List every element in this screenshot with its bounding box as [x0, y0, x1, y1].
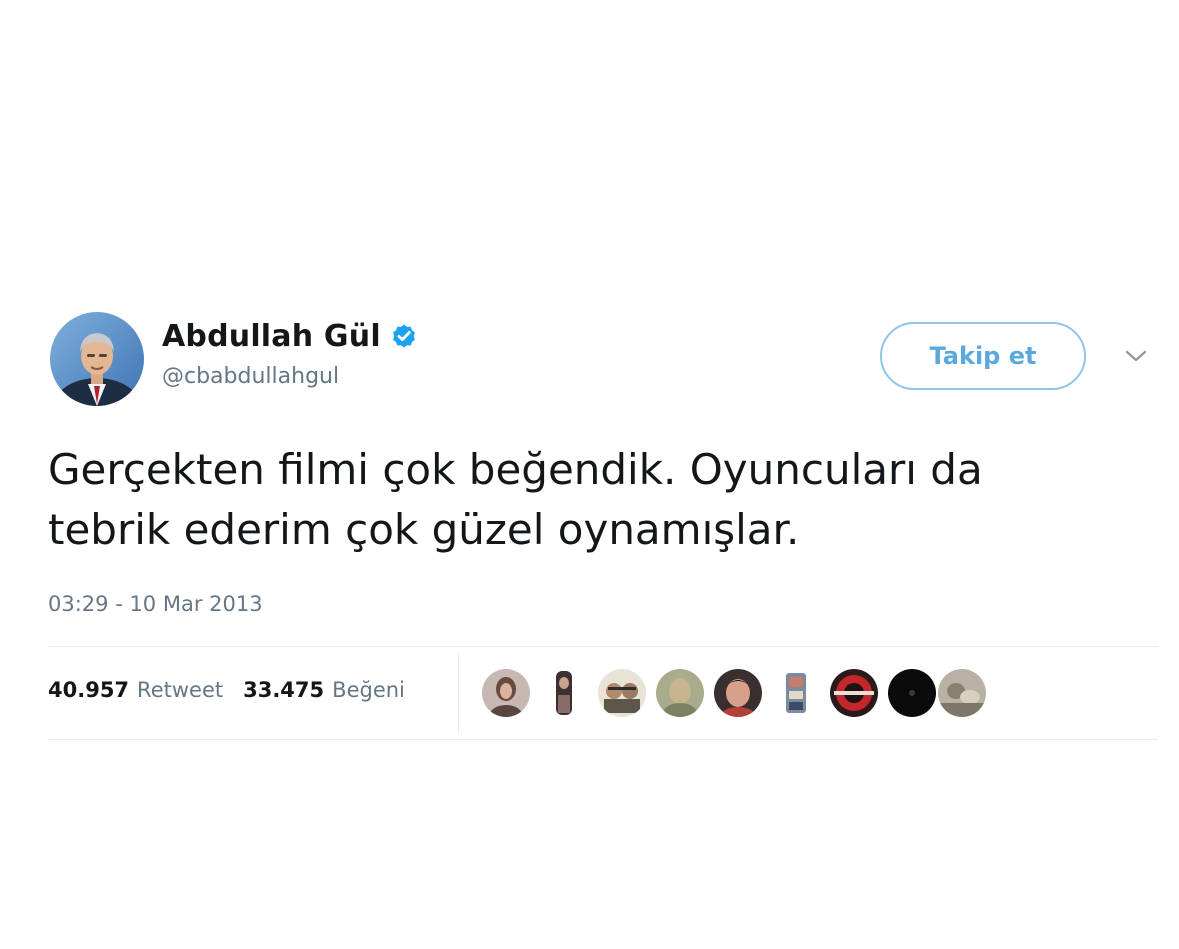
retweet-stat[interactable]: 40.957 Retweet: [48, 678, 223, 702]
follow-button[interactable]: Takip et: [880, 322, 1086, 390]
retweet-count: 40.957: [48, 678, 130, 702]
tweet-text: Gerçekten filmi çok beğendik. Oyuncuları…: [48, 440, 1138, 560]
verified-badge-icon: [392, 324, 415, 348]
liker-avatar[interactable]: [830, 669, 878, 717]
avatar-image: [50, 312, 144, 406]
like-label: Beğeni: [332, 678, 405, 702]
liker-avatar[interactable]: [598, 669, 646, 717]
liker-avatar[interactable]: [482, 669, 530, 717]
stats-divider-top: [48, 646, 1158, 647]
chevron-down-icon[interactable]: [1124, 348, 1148, 364]
author-name-row: Abdullah Gül: [162, 314, 418, 358]
liker-avatar[interactable]: [938, 669, 986, 717]
author-avatar[interactable]: [50, 312, 144, 406]
author-name[interactable]: Abdullah Gül: [162, 319, 381, 354]
author-handle[interactable]: @cbabdullahgul: [162, 364, 339, 389]
liker-avatar[interactable]: [772, 669, 820, 717]
liker-avatar[interactable]: [888, 669, 936, 717]
liker-avatar[interactable]: [540, 669, 588, 717]
tweet-text-line: tebrik ederim çok güzel oynamışlar.: [48, 505, 800, 554]
stats-divider-vertical: [458, 652, 459, 734]
liker-avatar[interactable]: [714, 669, 762, 717]
stats-divider-bottom: [48, 739, 1158, 740]
liker-avatar[interactable]: [656, 669, 704, 717]
retweet-label: Retweet: [137, 678, 224, 702]
tweet-stats: 40.957 Retweet 33.475 Beğeni: [48, 678, 405, 702]
like-stat[interactable]: 33.475 Beğeni: [243, 678, 405, 702]
tweet-timestamp[interactable]: 03:29 - 10 Mar 2013: [48, 592, 263, 616]
tweet-text-line: Gerçekten filmi çok beğendik. Oyuncuları…: [48, 445, 983, 494]
like-count: 33.475: [243, 678, 325, 702]
tweet-card: Abdullah Gül @cbabdullahgul Takip et Ger…: [0, 0, 1179, 949]
